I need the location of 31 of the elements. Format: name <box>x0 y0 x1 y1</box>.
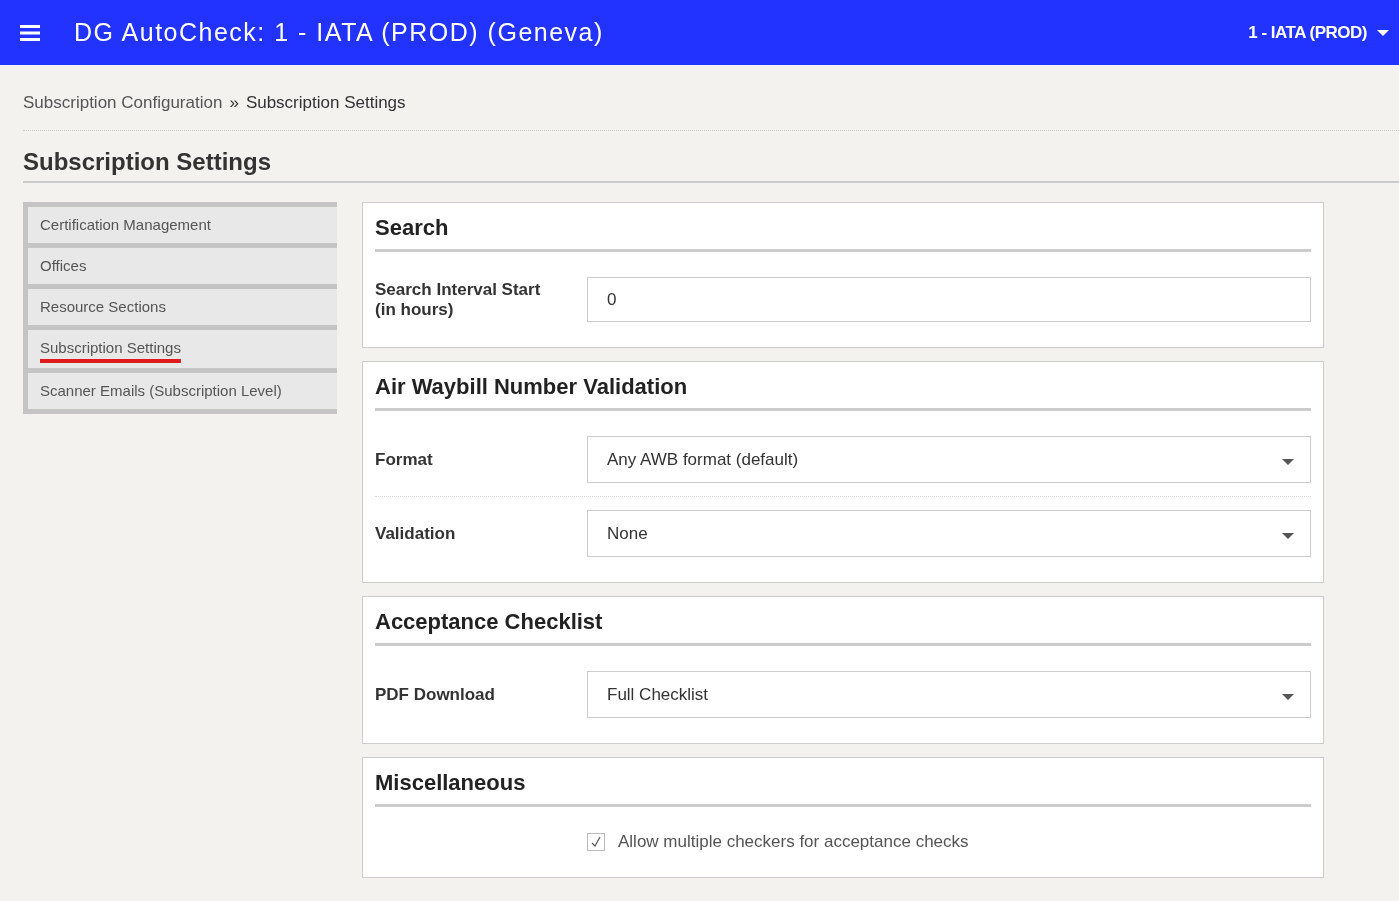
sidebar-item[interactable]: Resource Sections <box>28 289 337 325</box>
section-title: Acceptance Checklist <box>375 597 1311 646</box>
breadcrumb-link[interactable]: Subscription Configuration <box>23 93 223 113</box>
account-dropdown[interactable]: 1 - IATA (PROD) <box>1248 18 1389 47</box>
field-label: Validation <box>375 523 457 544</box>
checkbox[interactable] <box>587 833 605 851</box>
sidebar-item[interactable]: Certification Management <box>28 207 337 243</box>
caret-icon <box>1282 458 1294 465</box>
sidebar-item[interactable]: Offices <box>28 248 337 284</box>
menu-icon[interactable] <box>20 24 40 41</box>
checkmark-icon <box>590 836 602 848</box>
field-label: PDF Download <box>375 684 496 705</box>
select-field[interactable]: Full Checklist <box>587 671 1311 718</box>
section-title: Search <box>375 203 1311 252</box>
sidebar-item[interactable]: Subscription Settings <box>28 330 337 368</box>
select-field[interactable]: None <box>587 510 1311 557</box>
sidebar-item[interactable]: Scanner Emails (Subscription Level) <box>28 373 337 409</box>
section-title: Miscellaneous <box>375 758 1311 807</box>
app-title: DG AutoCheck: 1 - IATA (PROD) (Geneva) <box>74 18 605 47</box>
section-title: Air Waybill Number Validation <box>375 362 1311 411</box>
checkbox-label: Allow multiple checkers for acceptance checks <box>618 832 969 852</box>
caret-icon <box>1282 693 1294 700</box>
caret-icon <box>1282 532 1294 539</box>
select-field[interactable]: Any AWB format (default) <box>587 436 1311 483</box>
caret-icon <box>1377 29 1389 36</box>
breadcrumb-separator: » <box>229 93 239 113</box>
breadcrumb-current: Subscription Settings <box>245 93 406 113</box>
page-title: Subscription Settings <box>23 131 1399 183</box>
field-label: Search Interval Start (in hours) <box>375 279 542 320</box>
field-label: Format <box>375 449 434 470</box>
input-field[interactable]: 0 <box>587 277 1311 322</box>
